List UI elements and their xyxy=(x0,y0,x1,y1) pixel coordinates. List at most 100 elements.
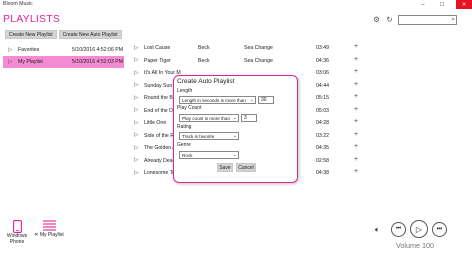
play-count-condition-value: Play count is more than xyxy=(182,115,231,121)
song-title: Lost Cause xyxy=(144,45,171,51)
genre-select[interactable]: Rock ⌄ xyxy=(179,151,239,159)
play-icon[interactable]: ▷ xyxy=(134,57,138,63)
add-icon[interactable]: + xyxy=(354,68,358,75)
song-duration: 03:06 xyxy=(316,70,329,76)
nav-windows-phone[interactable]: Windows Phone xyxy=(6,220,28,245)
add-icon[interactable]: + xyxy=(354,93,358,100)
search-icon[interactable]: ⌕ xyxy=(451,16,455,24)
play-icon[interactable]: ▷ xyxy=(134,70,138,76)
gear-icon[interactable]: ⚙ xyxy=(372,15,381,24)
play-icon[interactable]: ▷ xyxy=(134,132,138,138)
play-icon[interactable]: ▷ xyxy=(134,145,138,151)
song-duration: 03:49 xyxy=(316,45,329,51)
save-button[interactable]: Save xyxy=(217,163,233,172)
song-title: Sunday Sun xyxy=(144,82,173,89)
rating-value: Track is favorite xyxy=(182,133,215,139)
playlist-icon xyxy=(42,220,56,231)
play-icon[interactable]: ▷ xyxy=(134,157,138,163)
next-button[interactable]: ⏭ xyxy=(432,222,447,237)
cancel-button[interactable]: Cancel xyxy=(236,163,256,172)
rating-select[interactable]: Track is favorite ⌄ xyxy=(179,132,239,140)
song-duration: 03:22 xyxy=(316,132,329,139)
nav-my-playlist[interactable]: ✕ My Playlist xyxy=(34,220,64,239)
playlist-name: Favorites xyxy=(18,47,40,53)
minimize-button[interactable]: – xyxy=(416,0,430,9)
refresh-icon[interactable]: ↻ xyxy=(385,15,394,24)
play-icon[interactable]: ▷ xyxy=(134,107,138,113)
play-icon[interactable]: ▷ xyxy=(134,82,138,88)
play-icon[interactable]: ▷ xyxy=(8,59,12,65)
title-bar: Bloom Music – ☐ ✕ xyxy=(0,0,472,10)
playlist-name: My Playlist xyxy=(18,59,43,65)
toolbar: Create New Playlist Create New Auto Play… xyxy=(5,30,122,39)
chevron-down-icon: ⌄ xyxy=(232,115,237,121)
search-box[interactable]: ⌕ xyxy=(398,15,457,25)
play-count-condition-select[interactable]: Play count is more than ⌄ xyxy=(179,114,239,122)
play-icon[interactable]: ▷ xyxy=(134,45,138,51)
chevron-down-icon: ⌄ xyxy=(232,133,237,139)
length-condition-value: Length in seconds is more than xyxy=(182,97,246,103)
genre-label: Genre xyxy=(177,142,191,148)
add-icon[interactable]: + xyxy=(354,56,358,63)
play-icon[interactable]: ▷ xyxy=(134,170,138,176)
song-album: Sea Change xyxy=(244,57,273,64)
dialog-title: Create Auto Playlist xyxy=(177,78,235,85)
playlist-item-favorites[interactable]: ▷ Favorites 5/10/2016 4:52:06 PM xyxy=(3,44,124,56)
song-duration: 05:03 xyxy=(316,107,329,114)
play-count-value-field[interactable]: 3 xyxy=(241,114,257,122)
create-auto-playlist-button[interactable]: Create New Auto Playlist xyxy=(58,30,122,39)
nav-phone-label: Windows Phone xyxy=(6,233,28,245)
play-icon[interactable]: ▷ xyxy=(134,95,138,101)
add-icon[interactable]: + xyxy=(354,118,358,125)
nav-playlist-label: ✕ My Playlist xyxy=(34,232,64,238)
maximize-button[interactable]: ☐ xyxy=(435,0,449,9)
song-duration: 04:36 xyxy=(316,57,329,64)
song-title: Little One xyxy=(144,120,167,126)
add-icon[interactable]: + xyxy=(354,168,358,175)
length-label: Length xyxy=(177,88,193,94)
length-condition-select[interactable]: Length in seconds is more than ⌄ xyxy=(179,96,256,104)
create-auto-playlist-dialog: Create Auto Playlist Length Length in se… xyxy=(173,75,298,183)
playlist-date: 5/10/2016 4:52:03 PM xyxy=(72,59,124,65)
playlist-list: ▷ Favorites 5/10/2016 4:52:06 PM ▷ My Pl… xyxy=(3,44,124,68)
song-artist: Beck xyxy=(198,45,210,51)
close-button[interactable]: ✕ xyxy=(456,0,472,9)
song-duration: 04:38 xyxy=(316,170,329,176)
volume-label: Volume 100 xyxy=(396,241,434,250)
play-icon[interactable]: ▷ xyxy=(8,47,12,53)
play-count-label: Play Count xyxy=(177,105,202,111)
previous-button[interactable]: ⏮ xyxy=(391,222,406,237)
add-icon[interactable]: + xyxy=(354,143,358,150)
phone-icon xyxy=(12,220,22,233)
play-button[interactable]: ▷ xyxy=(410,220,428,238)
song-duration: 04:28 xyxy=(316,120,329,126)
play-icon[interactable]: ▷ xyxy=(134,120,138,126)
playlist-item-my-playlist[interactable]: ▷ My Playlist 5/10/2016 4:52:03 PM xyxy=(3,56,124,68)
search-input[interactable] xyxy=(399,16,447,24)
playlist-date: 5/10/2016 4:52:06 PM xyxy=(72,47,124,53)
song-duration: 04:44 xyxy=(316,82,329,89)
add-icon[interactable]: + xyxy=(354,81,358,88)
song-artist: Beck xyxy=(198,57,210,64)
song-row[interactable]: ▷ Paper Tiger Beck Sea Change 04:36 + xyxy=(131,55,471,68)
create-playlist-button[interactable]: Create New Playlist xyxy=(5,30,57,39)
genre-value: Rock xyxy=(182,152,193,158)
length-value-field[interactable]: 30 xyxy=(258,96,274,104)
song-duration: 05:15 xyxy=(316,95,329,101)
add-icon[interactable]: + xyxy=(354,156,358,163)
page-title: PLAYLISTS xyxy=(3,13,61,25)
chevron-down-icon: ⌄ xyxy=(232,152,237,158)
add-icon[interactable]: + xyxy=(354,131,358,138)
song-duration: 02:58 xyxy=(316,157,329,164)
add-icon[interactable]: + xyxy=(354,43,358,50)
song-title: Paper Tiger xyxy=(144,57,171,64)
chevron-down-icon: ⌄ xyxy=(249,97,254,103)
add-icon[interactable]: + xyxy=(354,106,358,113)
rating-label: Rating xyxy=(177,124,192,130)
song-row[interactable]: ▷ Lost Cause Beck Sea Change 03:49 + xyxy=(131,42,471,55)
volume-icon[interactable]: 🔈︎ xyxy=(375,225,380,235)
song-album: Sea Change xyxy=(244,45,273,51)
song-duration: 04:35 xyxy=(316,145,329,151)
app-title: Bloom Music xyxy=(3,1,33,7)
song-title: Already Dead xyxy=(144,157,176,164)
